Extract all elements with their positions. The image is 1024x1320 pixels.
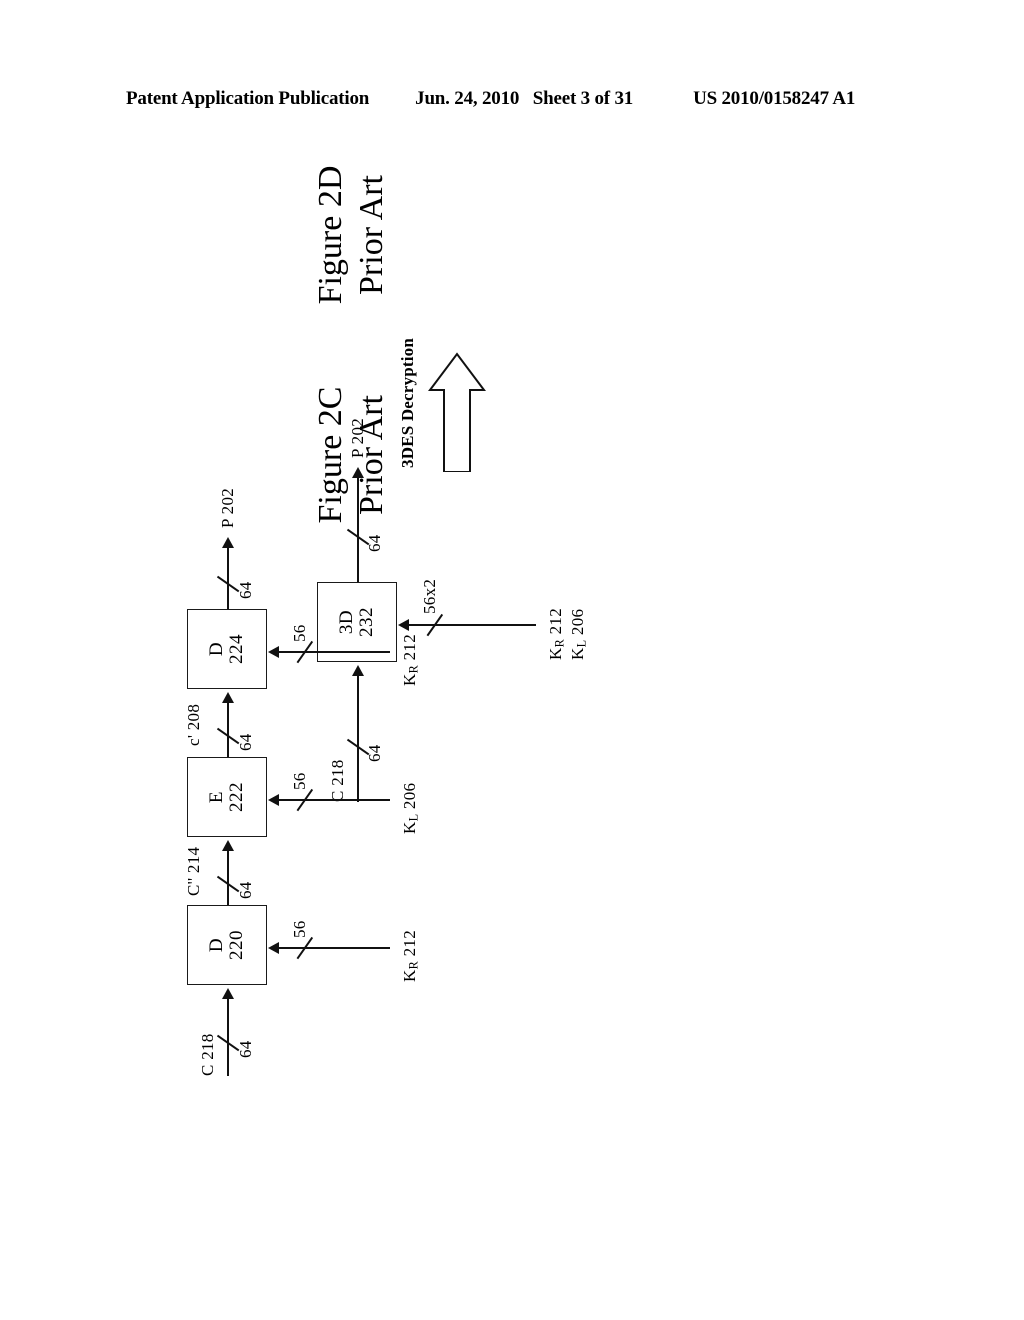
fig2d-mode-note: 3DES Decryption [398,337,417,468]
fig2c-block-3-key-rest: 212 [400,634,419,665]
fig2c-input-bits-label: 64 [236,1040,255,1058]
fig2c-wire-2-3-arrowhead [222,692,234,703]
fig2c-wire-2-3-bits-label: 64 [236,733,255,751]
fig2c-wire-1-2 [227,850,229,905]
fig2c-block-1-key-bits-label: 56 [290,920,309,938]
fig2d-caption-subtitle: Prior Art [353,175,391,295]
fig2c-block-3-key-arrowhead [268,646,279,658]
fig2d-key-wire [408,624,536,626]
fig2c-wire-2-3-label: c' 208 [184,703,203,746]
fig2d-key-kr-rest: 212 [546,608,565,639]
fig2c-block-2-key-wire [278,799,390,801]
header-date-sheet: Jun. 24, 2010 Sheet 3 of 31 [415,88,633,110]
fig2c-block-3-key-bits-label: 56 [290,624,309,642]
fig2d-block-3d-letter: 3D [336,609,358,635]
fig2d-input-wire [357,675,359,802]
fig2c-caption: Figure 2C Prior Art [310,340,393,570]
header-patent-number: US 2010/0158247 A1 [693,88,856,109]
fig2c-block-2-key-arrowhead [268,794,279,806]
header-date-label: Jun. 24, 2010 [415,88,520,109]
fig2c-block-1-key-wire [278,947,390,949]
fig2d-block-3d-ref: 232 [356,607,377,637]
fig2c-block-3-key-wire [278,651,390,653]
fig2c-output-label: P 202 [218,487,237,528]
fig2c-block-2: E 222 [187,757,267,837]
fig2c-output-arrowhead [222,537,234,548]
fig2c-block-1-key-rest: 212 [400,930,419,961]
page-header: Patent Application Publication Jun. 24, … [126,88,898,114]
fig2d-key-kr-base: K [546,647,565,660]
fig2d-input-arrowhead [352,665,364,676]
fig2c-block-2-key-base: K [400,821,419,834]
fig2c-block-1-key-arrowhead [268,942,279,954]
fig2c-caption-subtitle: Prior Art [353,395,391,515]
fig2d-key-arrowhead [398,619,409,631]
fig2c-block-2-key-rest: 206 [400,782,419,814]
fig2c-block-3-ref: 224 [226,634,247,664]
fig2c-caption-title: Figure 2C [312,386,349,524]
fig2c-wire-1-2-arrowhead [222,840,234,851]
fig2d-caption-title: Figure 2D [312,165,349,305]
header-publication-label: Patent Application Publication [126,88,370,109]
figure-2d: C 218 64 3D 232 64 P 202 56x2 KR 212 KL … [160,166,860,820]
fig2c-block-3-letter: D [206,641,228,657]
fig2c-block-2-ref: 222 [226,782,247,812]
fig2c-block-2-key-bits-label: 56 [290,772,309,790]
fig2c-block-3-key-base: K [400,673,419,686]
fig2c-block-1-key-sub: R [406,960,421,970]
fig2c-block-3: D 224 [187,609,267,689]
fig2d-input-bits-label: 64 [365,744,384,762]
fig2d-key-kr-sub: R [552,638,567,648]
fig2d-key-kl-base: K [568,647,587,660]
fig2c-input-wire [227,998,229,1076]
fig2c-block-2-key-label: KL 206 [400,783,421,834]
fig2c-block-1: D 220 [187,905,267,985]
fig2c-block-1-letter: D [206,937,228,953]
fig2d-decryption-block-arrow-icon [428,352,486,472]
fig2c-block-1-ref: 220 [226,930,247,960]
fig2d-block-3d: 3D 232 [317,582,397,662]
fig2c-wire-1-2-bits-label: 64 [236,881,255,899]
fig2c-output-wire [227,547,229,609]
fig2c-block-3-key-label: KR 212 [400,634,421,686]
fig2d-caption: Figure 2D Prior Art [310,120,393,350]
fig2c-block-1-key-base: K [400,969,419,982]
header-sheet-label: Sheet 3 of 31 [532,88,634,109]
fig2d-key-kl-rest: 206 [568,608,587,640]
fig2c-block-1-key-label: KR 212 [400,930,421,982]
fig2d-key-bits-label: 56x2 [420,578,439,614]
fig2c-block-2-letter: E [206,790,228,804]
fig2c-input-arrowhead [222,988,234,999]
fig2c-wire-2-3 [227,702,229,757]
fig2c-block-2-key-sub: L [406,813,421,822]
fig2d-key-label-kr: KR 212 [546,608,567,660]
fig2c-input-label: C 218 [198,1033,217,1076]
fig2c-output-bits-label: 64 [236,581,255,599]
fig2d-key-label-kl: KL 206 [568,609,589,660]
fig2c-block-3-key-sub: R [406,664,421,674]
fig2c-wire-1-2-label: C'' 214 [184,846,203,896]
figure-2c: C 218 64 D 220 56 KR 212 64 C'' 214 E 22… [160,387,860,1090]
fig2d-key-kl-sub: L [574,639,589,648]
